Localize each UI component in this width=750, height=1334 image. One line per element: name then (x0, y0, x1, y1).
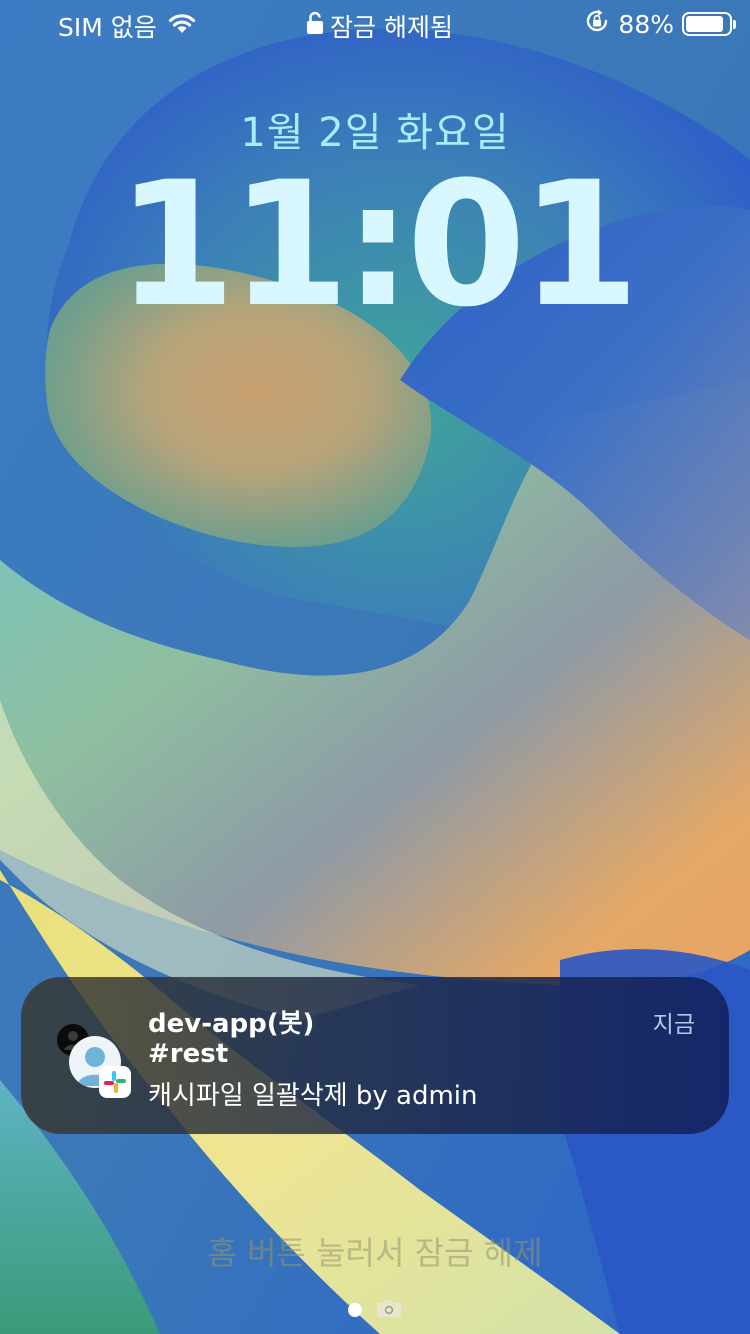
battery-percent: 88% (618, 9, 674, 39)
home-unlock-hint: 홈 버튼 눌러서 잠금 해제 (207, 1234, 543, 1272)
camera-icon[interactable] (376, 1298, 402, 1322)
status-left: SIM 없음 (58, 8, 197, 44)
battery-frame (682, 12, 732, 36)
notification-card[interactable]: dev-app(봇) #rest 캐시파일 일괄삭제 by admin 지금 (21, 977, 729, 1134)
notification-body: 캐시파일 일괄삭제 by admin (148, 1081, 478, 1111)
carrier-label: SIM 없음 (58, 13, 157, 42)
battery-icon (682, 12, 736, 36)
slack-icon (99, 1066, 131, 1098)
battery-cap (733, 19, 736, 29)
status-center: 잠금 해제됨 (306, 8, 453, 44)
page-dot-active[interactable] (348, 1303, 362, 1317)
status-right: 88% (584, 8, 736, 40)
status-bar: SIM 없음 잠금 해제됨 88% (0, 0, 750, 50)
orientation-lock-icon (584, 8, 610, 40)
lock-screen: SIM 없음 잠금 해제됨 88% 1월 2일 화요일 11:01 dev-ap… (0, 0, 750, 1334)
notification-time: 지금 (652, 1012, 695, 1038)
lock-time: 11:01 (116, 144, 640, 345)
battery-level (686, 16, 723, 32)
lock-status-label: 잠금 해제됨 (330, 13, 453, 42)
notification-icon-group (57, 1024, 137, 1104)
notification-title: dev-app(봇) (148, 1009, 315, 1039)
notification-channel: #rest (148, 1039, 229, 1069)
lock-icon (306, 11, 324, 41)
page-indicators (0, 1298, 750, 1322)
wifi-icon (167, 11, 197, 41)
